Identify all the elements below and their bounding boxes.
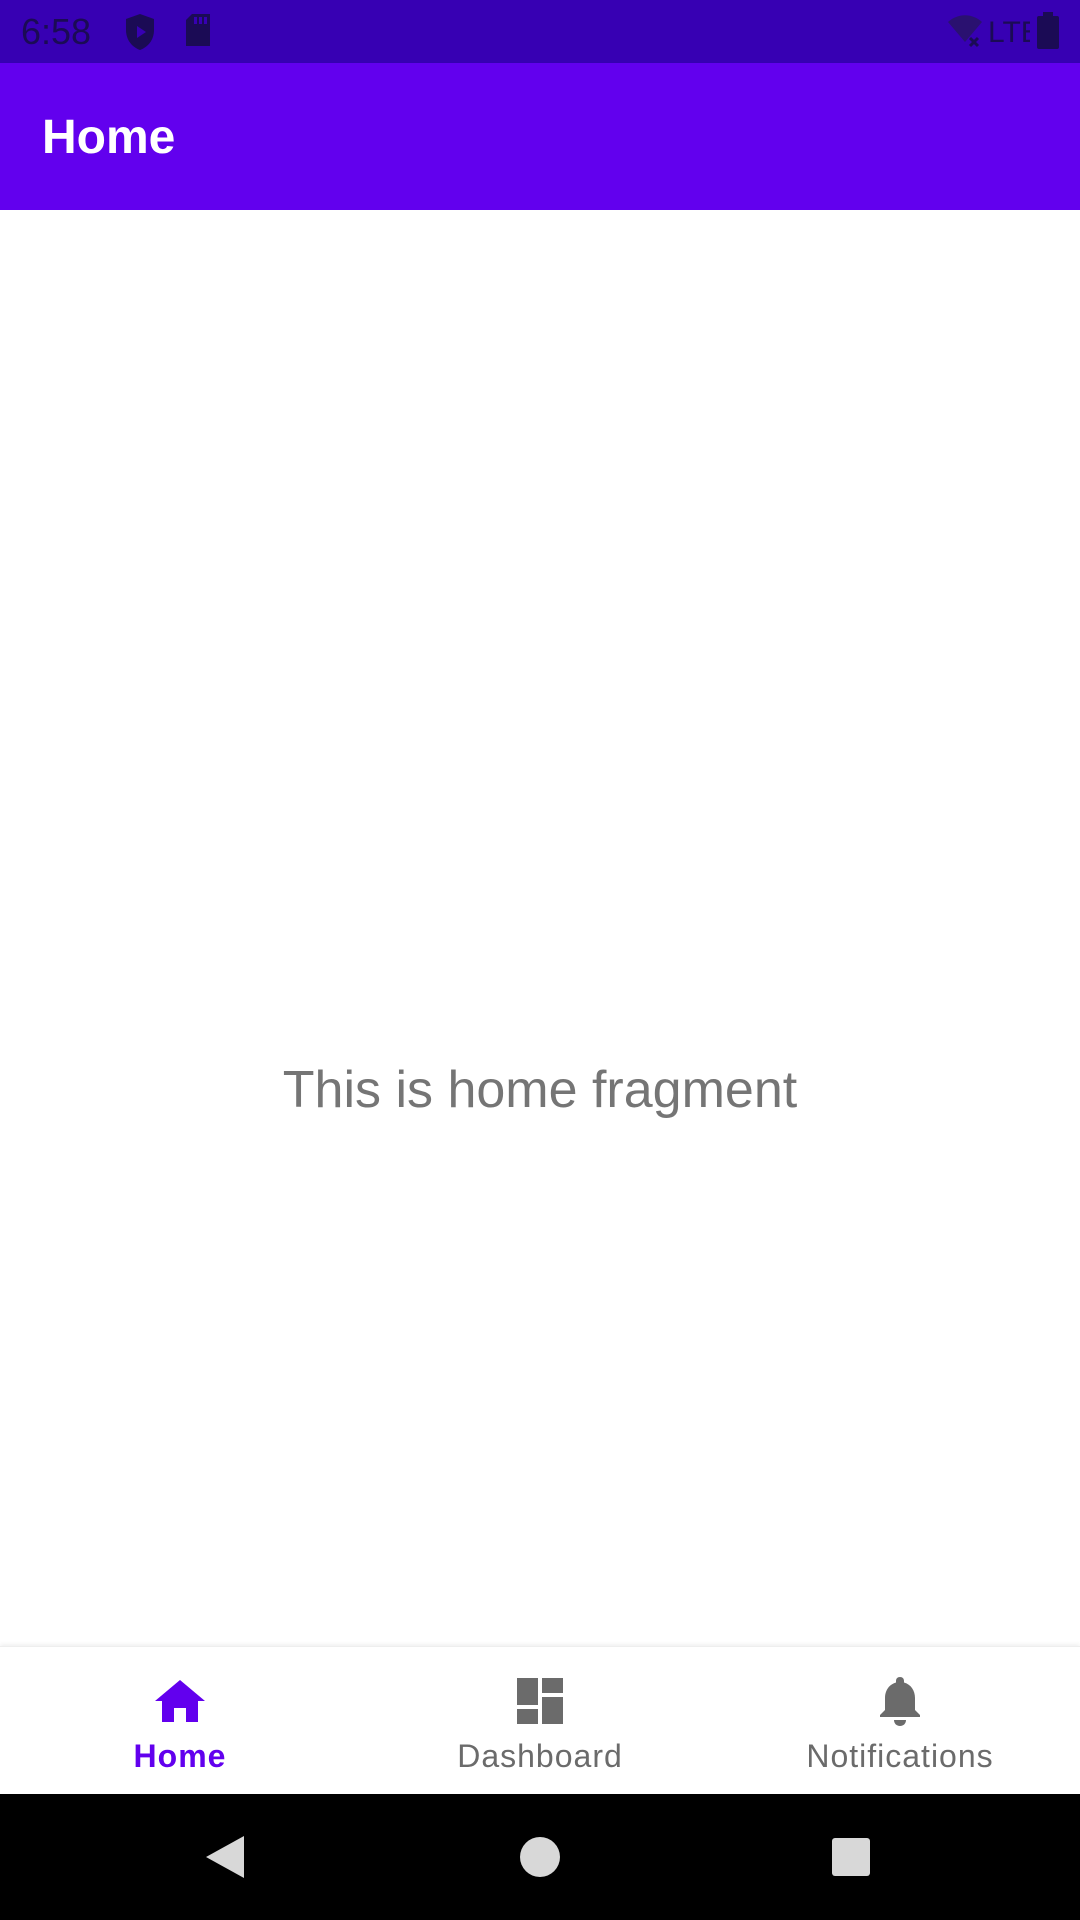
bottom-navigation: Home Dashboard Notifications: [0, 1646, 1080, 1795]
sd-card-icon: [184, 12, 212, 52]
recents-icon[interactable]: [826, 1832, 876, 1882]
status-bar: 6:58 LTE: [0, 0, 1080, 63]
back-icon[interactable]: [200, 1832, 250, 1882]
nav-item-notifications[interactable]: Notifications: [720, 1647, 1080, 1795]
fragment-text: This is home fragment: [282, 1061, 798, 1119]
home-icon: [153, 1674, 207, 1728]
nav-label-home: Home: [133, 1738, 227, 1774]
status-time: 6:58: [21, 11, 92, 52]
lte-label: LTE: [988, 16, 1030, 48]
screen: 6:58 LTE: [0, 0, 1080, 1920]
battery-icon: [1036, 12, 1060, 52]
nav-label-notifications: Notifications: [806, 1738, 994, 1774]
dashboard-icon: [513, 1674, 567, 1728]
home-fragment-content: This is home fragment: [0, 210, 1080, 1646]
nav-label-dashboard: Dashboard: [457, 1738, 623, 1774]
bell-icon: [873, 1674, 927, 1728]
system-navigation-bar: [0, 1794, 1080, 1920]
page-title: Home: [42, 111, 176, 164]
home-circle-icon[interactable]: [515, 1832, 565, 1882]
shield-icon: [124, 12, 156, 52]
nav-item-home[interactable]: Home: [0, 1647, 360, 1795]
signal-lte-icon: LTE: [988, 14, 1030, 54]
wifi-off-icon: [946, 12, 984, 52]
app-bar: Home: [0, 63, 1080, 210]
nav-item-dashboard[interactable]: Dashboard: [360, 1647, 720, 1795]
